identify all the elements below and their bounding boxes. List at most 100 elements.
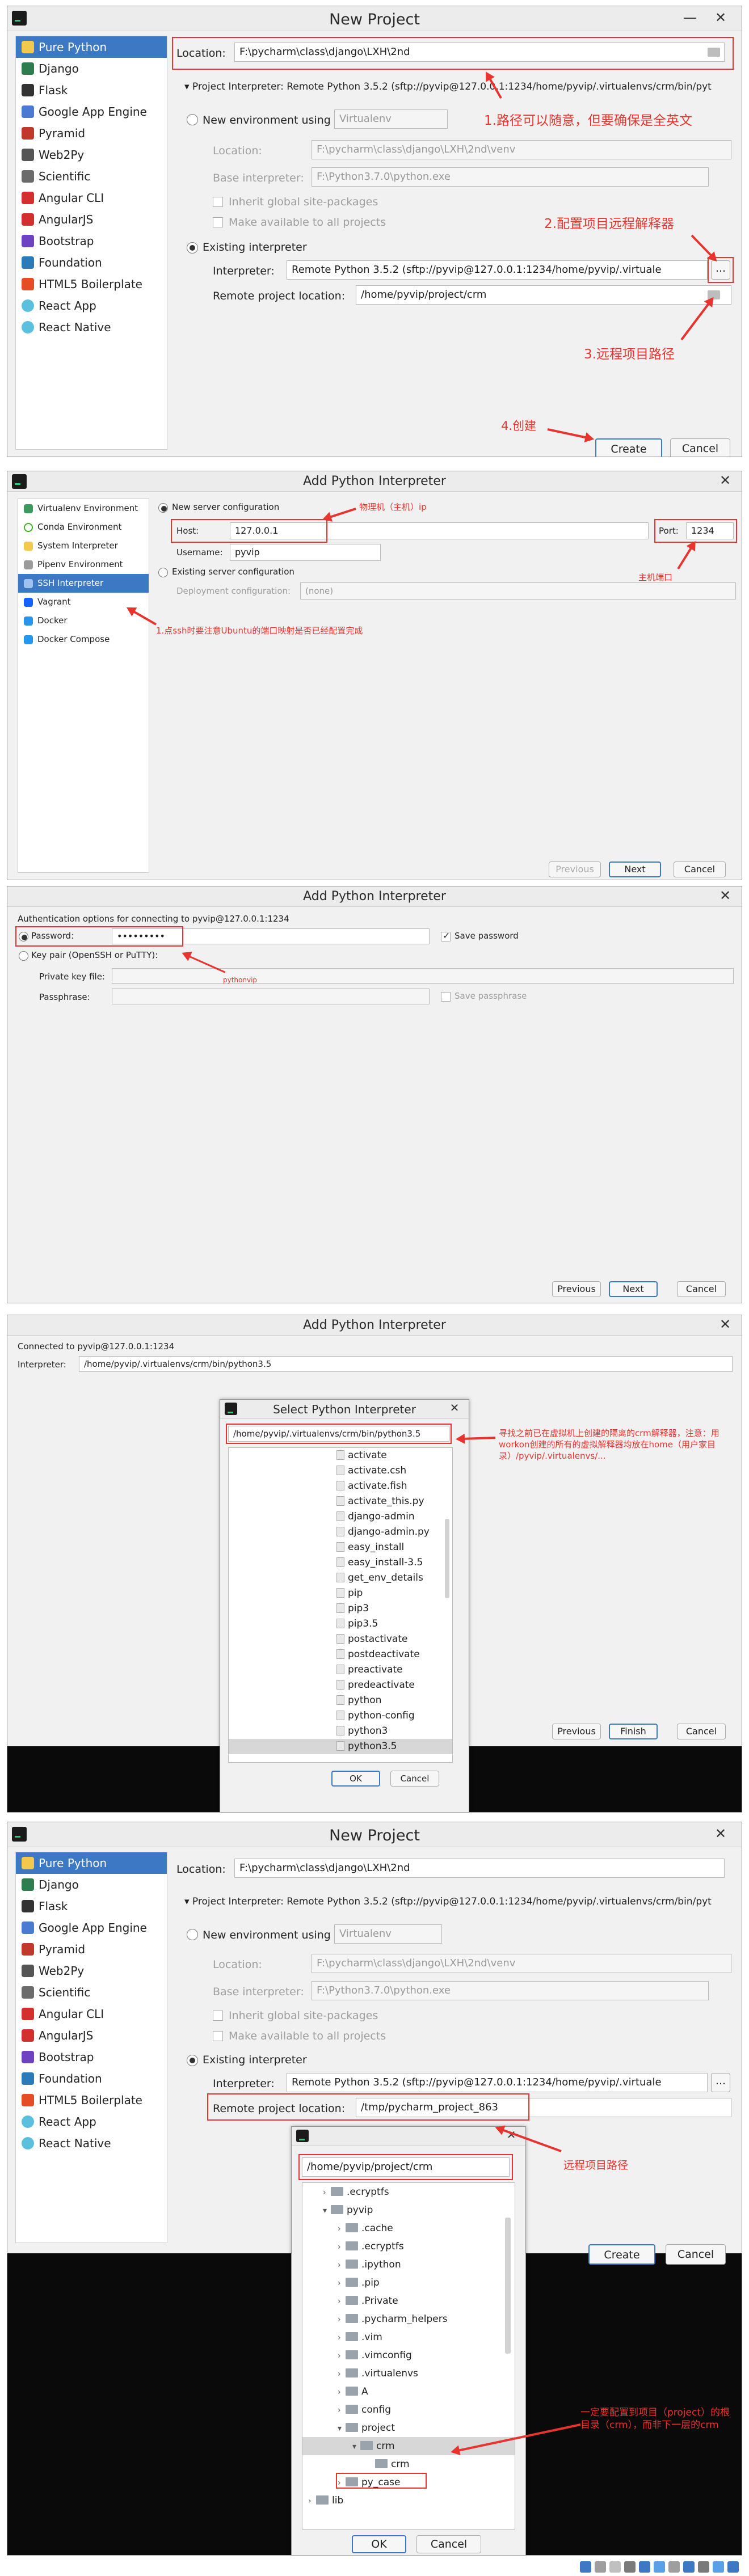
sidebar-item-angularjs[interactable]: AngularJS (16, 2025, 167, 2046)
taskbar-app-icon[interactable] (580, 2561, 591, 2573)
chevron-right-icon[interactable]: › (338, 2329, 346, 2347)
cancel-button[interactable]: Cancel (670, 438, 730, 457)
type-ssh[interactable]: SSH Interpreter (18, 574, 149, 593)
save-password-checkbox[interactable] (441, 930, 451, 941)
sidebar-item-foundation[interactable]: Foundation (16, 2068, 167, 2089)
folder-row[interactable]: › .ipython (302, 2256, 515, 2274)
file-row[interactable]: pip (229, 1586, 452, 1601)
folder-row[interactable]: › .Private (302, 2292, 515, 2310)
taskbar-app-icon[interactable] (609, 2561, 621, 2573)
file-row[interactable]: django-admin.py (229, 1525, 452, 1540)
file-row[interactable]: python (229, 1693, 452, 1708)
file-row[interactable]: django-admin (229, 1509, 452, 1525)
file-row[interactable]: activate_this.py (229, 1494, 452, 1509)
finish-button[interactable]: Finish (609, 1724, 658, 1739)
sidebar-item-foundation[interactable]: Foundation (16, 252, 167, 273)
type-pipenv[interactable]: Pipenv Environment (18, 555, 149, 574)
file-row[interactable]: preactivate (229, 1662, 452, 1678)
taskbar-app-icon[interactable] (624, 2561, 636, 2573)
location-input[interactable]: F:\pycharm\class\django\LXH\2nd (234, 1859, 725, 1878)
username-input[interactable]: pyvip (230, 544, 381, 561)
scrollbar[interactable] (445, 1519, 449, 1598)
folder-row[interactable]: › .cache (302, 2219, 515, 2237)
folder-row[interactable]: › .virtualenvs (302, 2364, 515, 2383)
sidebar-item-angular-cli[interactable]: Angular CLI (16, 187, 167, 209)
sidebar-item-react-native[interactable]: React Native (16, 316, 167, 338)
chevron-right-icon[interactable]: › (338, 2401, 346, 2419)
close-icon[interactable]: ✕ (716, 472, 735, 489)
folder-row[interactable]: ▾ project (302, 2419, 515, 2437)
close-icon[interactable]: ✕ (445, 1401, 464, 1418)
new-environment-radio[interactable] (187, 1929, 198, 1940)
key-pair-radio[interactable] (19, 951, 28, 961)
sidebar-item-scientific[interactable]: Scientific (16, 166, 167, 187)
new-server-radio[interactable] (158, 503, 168, 513)
chevron-right-icon[interactable]: › (323, 2184, 331, 2202)
existing-config-radio[interactable] (158, 568, 168, 577)
sidebar-item-bootstrap[interactable]: Bootstrap (16, 2046, 167, 2068)
file-row[interactable]: predeactivate (229, 1678, 452, 1693)
cancel-button[interactable]: Cancel (677, 1281, 726, 1297)
cancel-button[interactable]: Cancel (416, 2535, 481, 2553)
interpreter-select[interactable]: Remote Python 3.5.2 (sftp://pyvip@127.0.… (287, 2073, 708, 2092)
cancel-button[interactable]: Cancel (677, 1724, 726, 1739)
cancel-button[interactable]: Cancel (666, 2244, 726, 2265)
sidebar-item-html5[interactable]: HTML5 Boilerplate (16, 273, 167, 295)
type-docker-compose[interactable]: Docker Compose (18, 630, 149, 649)
sidebar-item-scientific[interactable]: Scientific (16, 1982, 167, 2003)
file-row[interactable]: python-config (229, 1708, 452, 1724)
folder-row[interactable]: › .ecryptfs (302, 2237, 515, 2256)
virtualenv-select[interactable]: Virtualenv (334, 109, 448, 129)
type-system[interactable]: System Interpreter (18, 537, 149, 555)
file-row[interactable]: activate (229, 1448, 452, 1463)
minimize-icon[interactable]: — (680, 10, 700, 27)
chevron-right-icon[interactable]: › (338, 2383, 346, 2401)
file-row[interactable]: activate.csh (229, 1463, 452, 1479)
next-button[interactable]: Next (609, 1281, 658, 1297)
file-row[interactable]: postactivate (229, 1632, 452, 1647)
taskbar-app-icon[interactable] (713, 2561, 724, 2573)
next-button[interactable]: Next (609, 862, 661, 877)
chevron-right-icon[interactable]: › (338, 2256, 346, 2274)
taskbar-app-icon[interactable] (683, 2561, 695, 2573)
taskbar-app-icon[interactable] (668, 2561, 680, 2573)
sidebar-item-angularjs[interactable]: AngularJS (16, 209, 167, 230)
sidebar-item-angular-cli[interactable]: Angular CLI (16, 2003, 167, 2025)
scrollbar[interactable] (505, 2218, 511, 2354)
sidebar-item-pure-python[interactable]: Pure Python (16, 1852, 167, 1874)
folder-row[interactable]: › A (302, 2383, 515, 2401)
close-icon[interactable]: ✕ (716, 888, 735, 905)
file-row[interactable]: get_env_details (229, 1570, 452, 1586)
previous-button[interactable]: Previous (549, 862, 601, 877)
taskbar-app-icon[interactable] (595, 2561, 606, 2573)
sidebar-item-flask[interactable]: Flask (16, 79, 167, 101)
create-button[interactable]: Create (595, 438, 662, 457)
sidebar-item-pyramid[interactable]: Pyramid (16, 1939, 167, 1960)
taskbar-app-icon[interactable] (727, 2561, 739, 2573)
folder-row[interactable]: › .pycharm_helpers (302, 2310, 515, 2328)
interpreter-path-input[interactable]: /home/pyvip/.virtualenvs/crm/bin/python3… (79, 1356, 733, 1372)
folder-row[interactable]: › lib (302, 2491, 515, 2510)
remote-location-input[interactable]: /home/pyvip/project/crm (356, 285, 731, 305)
sidebar-item-django[interactable]: Django (16, 1874, 167, 1895)
chevron-right-icon[interactable]: › (338, 2292, 346, 2311)
sidebar-item-react-app[interactable]: React App (16, 295, 167, 316)
file-row[interactable]: postdeactivate (229, 1647, 452, 1662)
type-virtualenv[interactable]: Virtualenv Environment (18, 499, 149, 518)
folder-row[interactable]: crm (302, 2455, 515, 2473)
interpreter-select[interactable]: Remote Python 3.5.2 (sftp://pyvip@127.0.… (287, 260, 708, 280)
folder-row[interactable]: › .vim (302, 2328, 515, 2346)
sidebar-item-django[interactable]: Django (16, 58, 167, 79)
folder-row[interactable]: › .vimconfig (302, 2346, 515, 2364)
folder-row[interactable]: › .pip (302, 2274, 515, 2292)
chevron-down-icon[interactable]: ▾ (338, 2419, 346, 2438)
taskbar-app-icon[interactable] (698, 2561, 709, 2573)
file-row[interactable]: pip3.5 (229, 1616, 452, 1632)
sidebar-item-flask[interactable]: Flask (16, 1895, 167, 1917)
interpreter-more-button[interactable]: ... (711, 2073, 730, 2092)
sidebar-item-react-app[interactable]: React App (16, 2111, 167, 2132)
virtualenv-select[interactable]: Virtualenv (334, 1924, 442, 1944)
sidebar-item-pure-python[interactable]: Pure Python (16, 36, 167, 58)
chevron-right-icon[interactable]: › (338, 2311, 346, 2329)
file-row[interactable]: python3.5 (229, 1739, 452, 1754)
